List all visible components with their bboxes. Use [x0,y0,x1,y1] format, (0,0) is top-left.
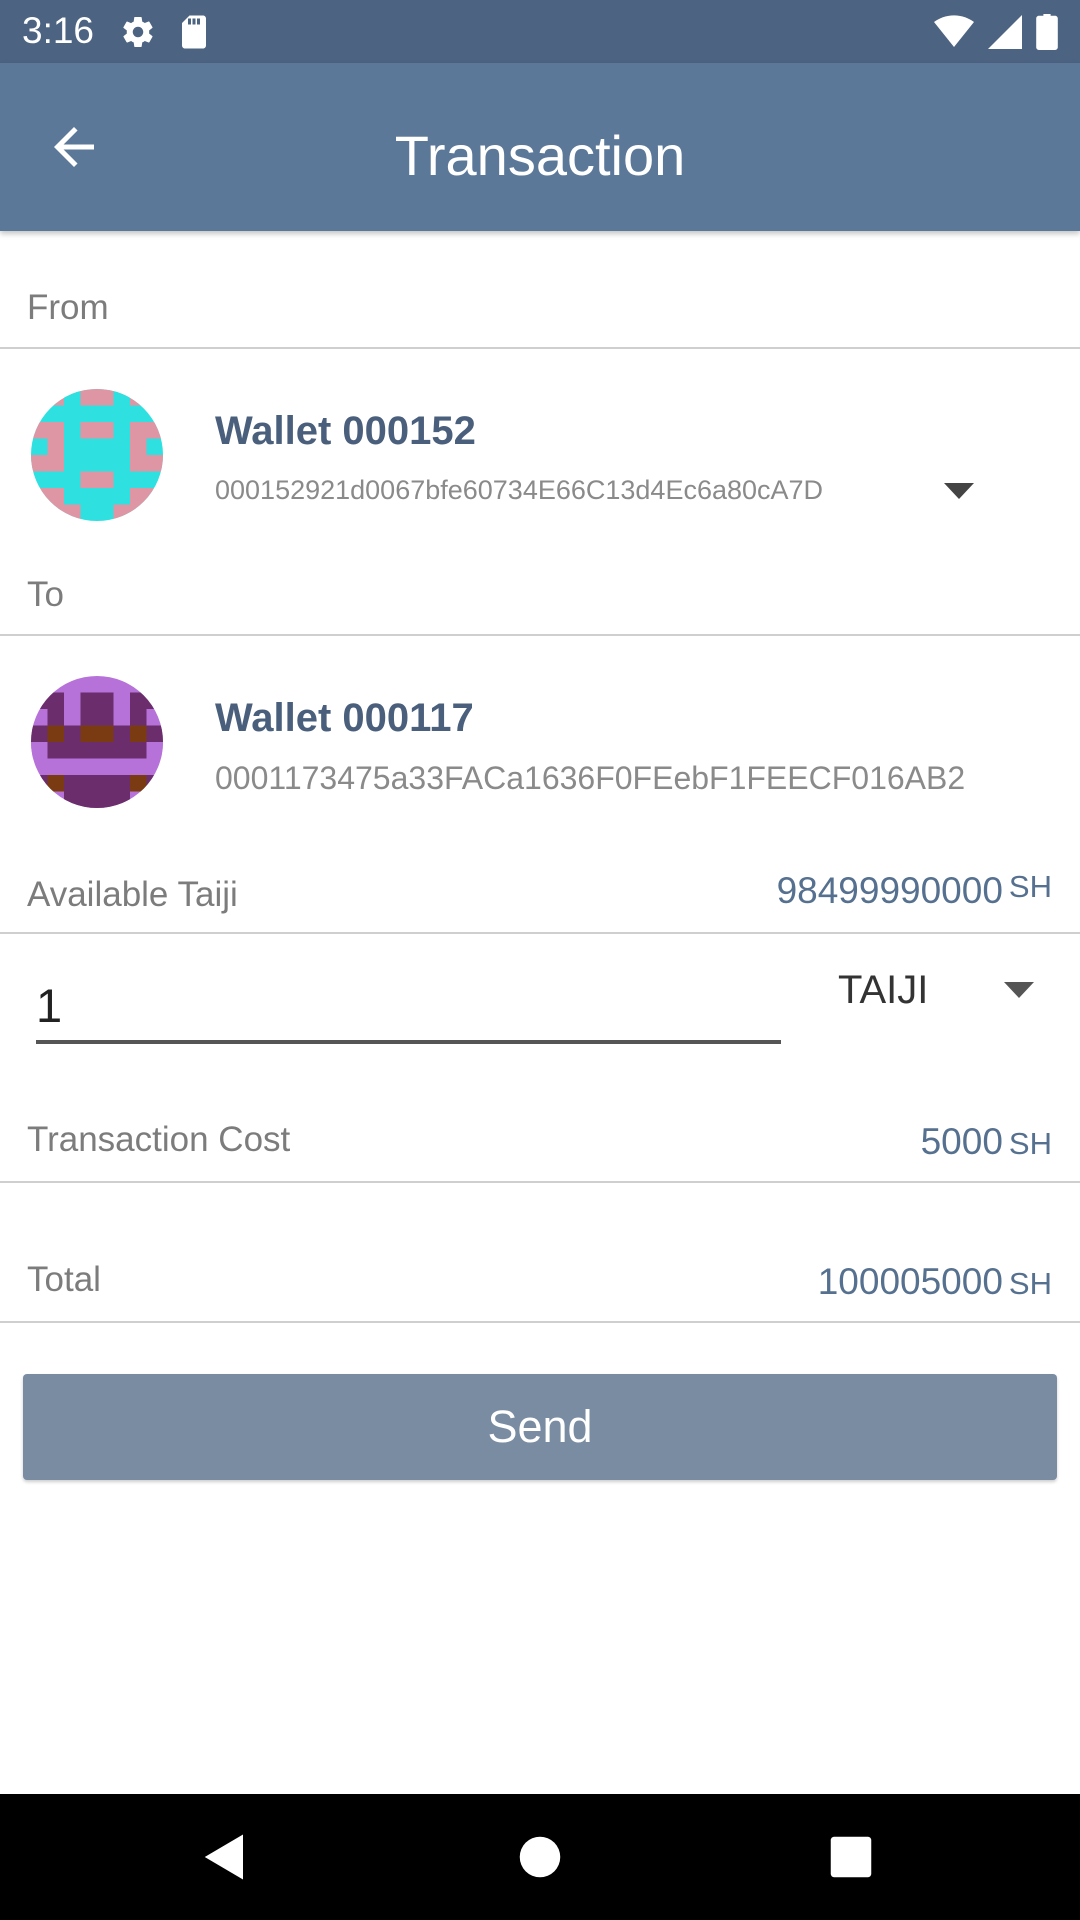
battery-icon [1036,14,1058,50]
amount-input[interactable] [36,970,781,1044]
from-wallet-avatar [31,389,163,521]
status-right-icons [934,14,1058,50]
from-label: From [27,288,109,327]
wifi-icon [934,15,974,48]
from-wallet-selector[interactable]: Wallet 000152 000152921d0067bfe60734E66C… [0,385,1080,525]
available-divider [0,932,1080,934]
available-balance-value: 98499990000 [776,870,1003,911]
page-title: Transaction [394,124,686,187]
to-wallet-name: Wallet 000117 [215,696,474,740]
navigation-bar [0,1794,1080,1920]
from-wallet-name: Wallet 000152 [215,409,476,453]
transaction-cost-unit: SH [1008,1126,1052,1161]
currency-select[interactable]: TAIJI [830,960,1050,1030]
nav-back-button[interactable] [198,1830,252,1884]
app-bar: Transaction [0,63,1080,231]
to-label: To [27,575,64,614]
chevron-down-icon [1004,982,1034,998]
available-label: Available Taiji [27,875,238,914]
nav-home-button[interactable] [513,1830,567,1884]
status-bar: 3:16 [0,0,1080,63]
available-balance: 98499990000 SH [776,869,1052,912]
chevron-down-icon [944,483,974,499]
settings-gear-icon [123,17,153,48]
currency-label: TAIJI [838,968,929,1012]
cell-signal-icon [988,15,1022,49]
total-divider [0,1321,1080,1323]
to-wallet: Wallet 000117 0001173475a33FACa1636F0FEe… [0,672,1080,812]
send-button[interactable]: Send [23,1374,1057,1480]
transaction-cost-divider [0,1181,1080,1183]
to-divider [0,634,1080,636]
transaction-cost-value: 5000 [920,1121,1003,1162]
transaction-cost: 5000 SH [921,1121,1052,1163]
nav-recents-icon [830,1836,872,1878]
total-value: 100005000 [817,1261,1003,1302]
total-unit: SH [1008,1266,1052,1301]
from-wallet-address: 000152921d0067bfe60734E66C13d4Ec6a80cA7D [215,475,824,505]
status-left-icons [120,14,210,50]
total: 100005000 SH [818,1261,1052,1303]
nav-home-icon [519,1836,561,1878]
nav-back-icon [204,1834,243,1880]
sd-card-icon [182,15,206,49]
nav-recents-button[interactable] [824,1830,878,1884]
total-label: Total [27,1260,101,1299]
to-wallet-avatar [31,676,163,808]
from-divider [0,347,1080,349]
status-time: 3:16 [22,10,95,51]
available-balance-unit: SH [1008,869,1052,904]
to-wallet-address: 0001173475a33FACa1636F0FEebF1FEECF016AB2 [215,760,966,796]
transaction-cost-label: Transaction Cost [27,1120,291,1159]
